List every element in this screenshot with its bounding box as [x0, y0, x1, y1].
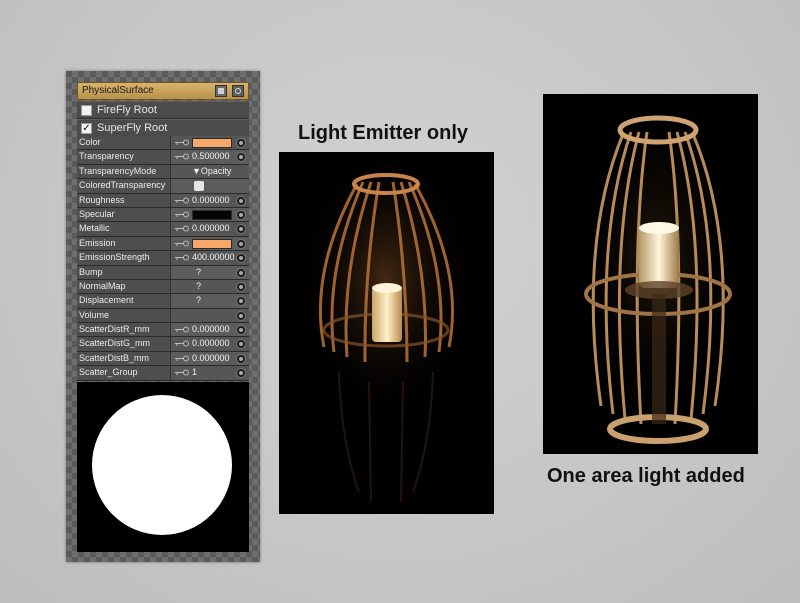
param-name-scatterdistg-mm: ScatterDistG_mm	[77, 337, 171, 351]
param-value-scatter-group[interactable]: 1	[192, 366, 234, 379]
key-icon[interactable]	[175, 197, 190, 204]
connector-icon[interactable]	[236, 267, 246, 278]
render-area-light	[543, 94, 758, 454]
panel-eye-icon[interactable]	[232, 85, 244, 97]
key-icon[interactable]	[175, 225, 190, 232]
panel-layout-button[interactable]	[215, 85, 227, 97]
param-row-scatterdistg-mm[interactable]: ScatterDistG_mm 0.000000	[77, 337, 249, 352]
connector-icon[interactable]	[236, 195, 246, 206]
param-name-scatterdistr-mm: ScatterDistR_mm	[77, 323, 171, 337]
param-name-coloredtransparency: ColoredTransparency	[77, 179, 171, 193]
param-row-transparency[interactable]: Transparency 0.500000	[77, 150, 249, 165]
superfly-root-label: SuperFly Root	[97, 122, 168, 134]
param-row-volume[interactable]: Volume	[77, 308, 249, 324]
param-value-scatterdistg-mm[interactable]: 0.000000	[192, 337, 234, 350]
param-checkbox-coloredtransparency[interactable]	[194, 181, 204, 192]
param-row-scatter-group[interactable]: Scatter_Group 1	[77, 366, 249, 381]
connector-icon[interactable]	[236, 224, 246, 235]
param-name-volume: Volume	[77, 308, 171, 323]
connector-icon[interactable]	[236, 281, 246, 292]
render-emitter-only	[279, 152, 494, 514]
param-row-roughness[interactable]: Roughness 0.000000	[77, 193, 249, 208]
param-name-emissionstrength: EmissionStrength	[77, 251, 171, 265]
right-render-caption: One area light added	[547, 465, 745, 487]
color-swatch-emission[interactable]	[192, 238, 232, 249]
param-name-specular: Specular	[77, 207, 171, 222]
firefly-root-row[interactable]: FireFly Root	[77, 101, 249, 119]
param-name-roughness: Roughness	[77, 193, 171, 207]
param-row-coloredtransparency[interactable]: ColoredTransparency	[77, 179, 249, 194]
key-icon[interactable]	[175, 139, 190, 146]
superfly-root-checkbox[interactable]: ✓	[81, 123, 92, 134]
color-swatch-color[interactable]	[192, 138, 232, 148]
param-value-displacement[interactable]: ?	[196, 294, 238, 307]
connector-icon[interactable]	[236, 253, 246, 264]
panel-title: PhysicalSurface	[82, 85, 154, 96]
connector-icon[interactable]	[236, 368, 246, 379]
param-row-emission[interactable]: Emission	[77, 236, 249, 252]
param-row-scatterdistb-mm[interactable]: ScatterDistB_mm 0.000000	[77, 351, 249, 367]
param-value-metallic[interactable]: 0.000000	[192, 222, 234, 235]
param-row-emissionstrength[interactable]: EmissionStrength 400.00000	[77, 251, 249, 266]
param-value-scatterdistb-mm[interactable]: 0.000000	[192, 352, 234, 365]
param-row-transparencymode[interactable]: TransparencyMode ▼Opacity	[77, 164, 249, 180]
param-value-transparencymode[interactable]: ▼Opacity	[192, 165, 234, 178]
param-name-displacement: Displacement	[77, 294, 171, 308]
lantern-lit-image	[573, 114, 743, 444]
connector-icon[interactable]	[236, 325, 246, 336]
param-value-bump[interactable]: ?	[196, 266, 238, 279]
key-icon[interactable]	[175, 355, 190, 362]
param-value-scatterdistr-mm[interactable]: 0.000000	[192, 323, 234, 336]
firefly-root-checkbox[interactable]	[81, 105, 92, 116]
param-name-bump: Bump	[77, 265, 171, 279]
superfly-root-row[interactable]: ✓ SuperFly Root	[77, 119, 249, 137]
connector-icon[interactable]	[236, 339, 246, 350]
left-render-caption: Light Emitter only	[298, 122, 468, 144]
connector-icon[interactable]	[236, 209, 246, 220]
material-preview	[77, 382, 249, 552]
key-icon[interactable]	[175, 254, 190, 261]
firefly-root-label: FireFly Root	[97, 104, 157, 116]
panel-header: PhysicalSurface	[77, 82, 249, 100]
param-name-metallic: Metallic	[77, 222, 171, 236]
color-swatch-specular[interactable]	[192, 209, 232, 220]
param-value-roughness[interactable]: 0.000000	[192, 194, 234, 207]
param-name-transparency: Transparency	[77, 150, 171, 164]
parameter-table: Color Transparency 0.500000 TransparencyMod…	[77, 136, 249, 381]
param-value-normalmap[interactable]: ?	[196, 280, 238, 293]
key-icon[interactable]	[175, 240, 190, 247]
connector-icon[interactable]	[236, 353, 246, 364]
param-row-metallic[interactable]: Metallic 0.000000	[77, 222, 249, 237]
param-value-transparency[interactable]: 0.500000	[192, 150, 234, 163]
param-row-color[interactable]: Color	[77, 136, 249, 151]
key-icon[interactable]	[175, 153, 190, 160]
param-row-specular[interactable]: Specular	[77, 207, 249, 223]
param-name-color: Color	[77, 136, 171, 150]
param-row-scatterdistr-mm[interactable]: ScatterDistR_mm 0.000000	[77, 323, 249, 338]
key-icon[interactable]	[175, 326, 190, 333]
param-row-normalmap[interactable]: NormalMap?	[77, 279, 249, 295]
preview-sphere	[92, 395, 232, 535]
param-name-transparencymode: TransparencyMode	[77, 164, 171, 179]
param-name-scatterdistb-mm: ScatterDistB_mm	[77, 351, 171, 366]
param-name-normalmap: NormalMap	[77, 279, 171, 294]
connector-icon[interactable]	[236, 152, 246, 163]
param-row-bump[interactable]: Bump?	[77, 265, 249, 280]
param-value-emissionstrength[interactable]: 400.00000	[192, 251, 234, 264]
key-icon[interactable]	[175, 211, 190, 218]
param-row-displacement[interactable]: Displacement?	[77, 294, 249, 309]
connector-icon[interactable]	[236, 296, 246, 307]
connector-icon[interactable]	[236, 310, 246, 321]
connector-icon[interactable]	[236, 238, 246, 249]
param-name-emission: Emission	[77, 236, 171, 251]
key-icon[interactable]	[175, 340, 190, 347]
key-icon[interactable]	[175, 369, 190, 376]
param-name-scatter-group: Scatter_Group	[77, 366, 171, 380]
lantern-dim-image	[296, 162, 476, 503]
connector-icon[interactable]	[236, 138, 246, 148]
